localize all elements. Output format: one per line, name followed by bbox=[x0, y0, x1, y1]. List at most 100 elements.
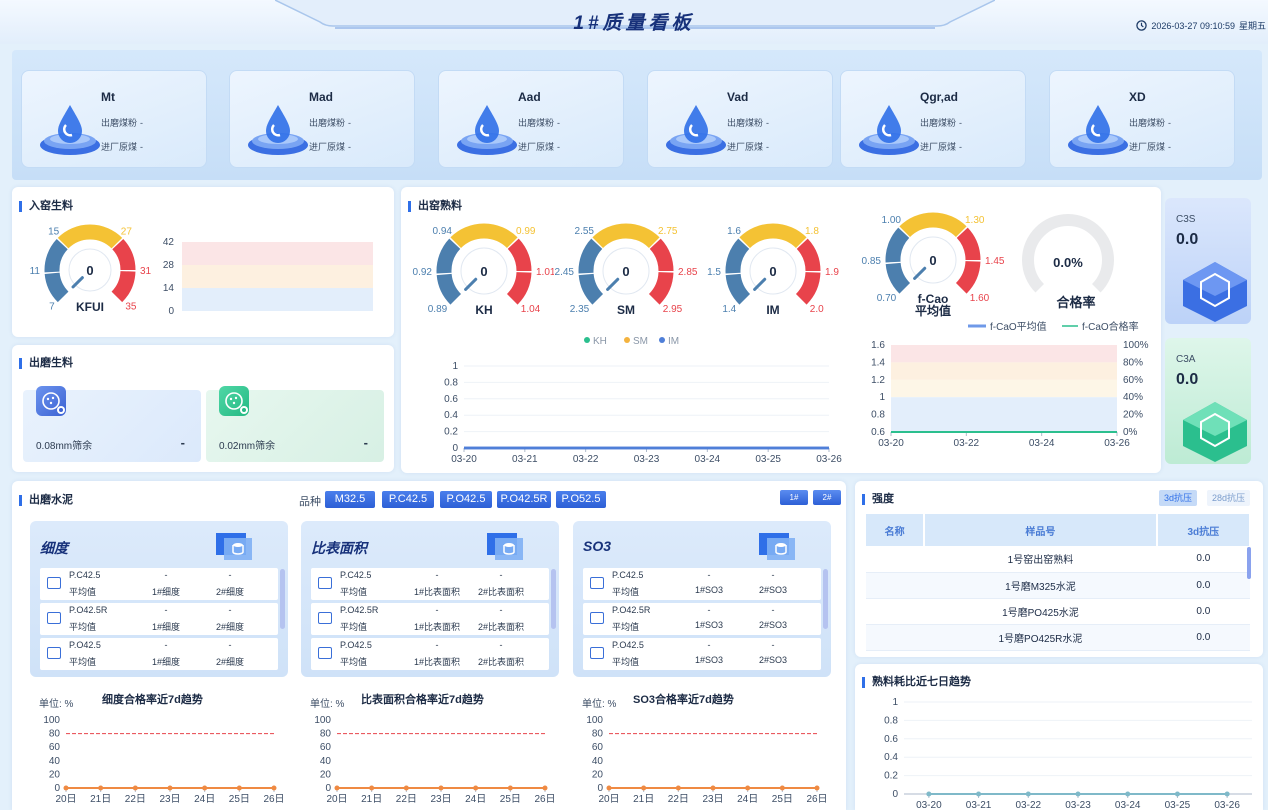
grade-avg-label: 平均值 bbox=[340, 587, 368, 597]
y-tick: 1 bbox=[452, 361, 458, 372]
y-tick: 0.4 bbox=[444, 410, 458, 421]
grade-row[interactable]: P.O42.5 平均值 - 1#SO3 - 2#SO3 bbox=[583, 638, 821, 670]
kpi-row1-value: - bbox=[766, 118, 770, 128]
kpi-row-mill: 出磨煤粉 - bbox=[101, 116, 143, 129]
kpi-row1-value: - bbox=[557, 118, 561, 128]
grade-row[interactable]: P.O42.5 平均值 - 1#比表面积 - 2#比表面积 bbox=[311, 638, 549, 670]
legend-dot bbox=[584, 337, 590, 343]
mill1-label: 1#比表面积 bbox=[413, 657, 460, 667]
tab-3d[interactable]: 3d抗压 bbox=[1159, 490, 1198, 506]
x-tick: 25日 bbox=[772, 794, 793, 805]
consumption-trend-chart: 1 0.8 0.6 0.4 0.2 0 03-20 03-21 03-22 03-23 03-24 0… bbox=[884, 697, 1252, 810]
table-row[interactable]: 1号磨M325水泥 0.0 bbox=[866, 572, 1250, 599]
grade-row[interactable]: P.C42.5 平均值 - 1#SO3 - 2#SO3 bbox=[583, 568, 821, 600]
strength-scrollbar[interactable] bbox=[1247, 547, 1251, 579]
grade-row[interactable]: P.O42.5R 平均值 - 1#细度 - 2#细度 bbox=[40, 603, 278, 635]
kpi-row-raw: 进厂原煤 - bbox=[309, 140, 351, 153]
mill1-label: 1#细度 bbox=[151, 622, 180, 632]
kind-chip[interactable]: P.O42.5 bbox=[440, 491, 492, 508]
kind-chip[interactable]: P.O52.5 bbox=[556, 491, 606, 508]
x-tick: 03-22 bbox=[573, 454, 599, 465]
calorific-furnace-icon bbox=[857, 95, 921, 159]
sieve-008-card: 0.08mm筛余 - bbox=[23, 386, 201, 462]
x-tick: 03-20 bbox=[878, 438, 904, 449]
grade-name: P.O42.5 bbox=[69, 640, 101, 650]
mill1-label: 1#细度 bbox=[151, 657, 180, 667]
database-icon bbox=[759, 533, 797, 564]
moisture-drop-icon bbox=[246, 95, 310, 159]
col-name: 名称 bbox=[866, 514, 926, 546]
gauge-tick: 1.04 bbox=[521, 304, 541, 315]
kpi-row1-value: - bbox=[348, 118, 352, 128]
x-tick: 26日 bbox=[534, 794, 555, 805]
legend-dot bbox=[624, 337, 630, 343]
y-tick: 40 bbox=[592, 756, 604, 767]
y-tick: 100 bbox=[43, 715, 60, 726]
table-row[interactable]: 1号磨PO425R水泥 0.0 bbox=[866, 624, 1250, 651]
y-tick: 1.2 bbox=[871, 375, 885, 386]
gauge-band-0 bbox=[725, 273, 751, 305]
table-row[interactable]: 1号窑出窑熟料 0.0 bbox=[866, 546, 1250, 573]
grade-name: P.O42.5R bbox=[69, 605, 108, 615]
mill1-value: - bbox=[164, 640, 168, 650]
kpi-name: Mad bbox=[309, 90, 333, 104]
mill1-value: - bbox=[435, 640, 439, 650]
grade-card-icon bbox=[318, 577, 332, 589]
grade-row[interactable]: P.O42.5 平均值 - 1#细度 - 2#细度 bbox=[40, 638, 278, 670]
legend-label: SM bbox=[633, 336, 648, 347]
gauge-tick: 1.00 bbox=[882, 215, 902, 226]
grade-row[interactable]: P.C42.5 平均值 - 1#比表面积 - 2#比表面积 bbox=[311, 568, 549, 600]
y-tick: 1.4 bbox=[871, 357, 885, 368]
sub-panel-title: 细度 bbox=[40, 540, 68, 556]
gauge-name: SM bbox=[617, 303, 635, 317]
grade-row[interactable]: P.O42.5R 平均值 - 1#SO3 - 2#SO3 bbox=[583, 603, 821, 635]
y-tick: 0 bbox=[325, 783, 331, 794]
grade-row[interactable]: P.O42.5R 平均值 - 1#比表面积 - 2#比表面积 bbox=[311, 603, 549, 635]
kind-chip[interactable]: P.O42.5R bbox=[497, 491, 551, 508]
gauge-band-4 bbox=[795, 271, 821, 305]
x-tick: 03-25 bbox=[755, 454, 781, 465]
kpi-row1-label: 出磨煤粉 bbox=[727, 118, 764, 128]
x-tick: 03-23 bbox=[1065, 800, 1091, 810]
tab-28d[interactable]: 28d抗压 bbox=[1207, 490, 1251, 506]
mill2-label: 2#比表面积 bbox=[477, 587, 524, 597]
sub-panel-scrollbar[interactable] bbox=[280, 569, 285, 629]
mill1-label: 1#比表面积 bbox=[413, 622, 460, 632]
kfui-band-chart: 42 28 14 0 bbox=[163, 237, 373, 317]
gauge-band-1 bbox=[725, 238, 750, 274]
grade-card-icon bbox=[47, 647, 61, 659]
data-point bbox=[167, 785, 173, 791]
cement-trend-card: 单位: % SO3合格率近7d趋势 100 80 60 40 20 0 20日 21日 22日 23日… bbox=[573, 684, 831, 806]
sub-panel-scrollbar[interactable] bbox=[551, 569, 556, 629]
kpi-row2-value: - bbox=[557, 142, 561, 152]
kpi-row1-value: - bbox=[140, 118, 144, 128]
x-tick: 20日 bbox=[598, 794, 619, 805]
kind-chip[interactable]: M32.5 bbox=[325, 491, 375, 508]
data-point bbox=[779, 785, 785, 791]
mill-1-button[interactable]: 1# bbox=[780, 490, 808, 505]
gauge-band-2 bbox=[592, 223, 660, 249]
kpi-row1-label: 出磨煤粉 bbox=[518, 118, 555, 128]
legend-label: f-CaO合格率 bbox=[1082, 320, 1139, 333]
kpi-row-mill: 出磨煤粉 - bbox=[920, 116, 962, 129]
sub-panel-scrollbar[interactable] bbox=[823, 569, 828, 629]
gauge-tick: 11 bbox=[30, 266, 41, 277]
x-tick: 03-20 bbox=[451, 454, 477, 465]
data-point bbox=[814, 785, 820, 791]
kpi-name: Aad bbox=[518, 90, 541, 104]
gauge-tick: 27 bbox=[121, 227, 133, 238]
gauge-tick: 1.8 bbox=[805, 226, 819, 237]
kind-chip[interactable]: P.C42.5 bbox=[382, 491, 434, 508]
grade-name: P.O42.5 bbox=[340, 640, 372, 650]
mill2-label: 2#比表面积 bbox=[477, 622, 524, 632]
x-tick: 03-24 bbox=[1115, 800, 1141, 810]
table-row[interactable]: 1号磨PO425水泥 0.0 bbox=[866, 598, 1250, 625]
x-tick: 03-20 bbox=[916, 800, 942, 810]
y-tick: 1 bbox=[879, 392, 885, 403]
kpi-row1-label: 出磨煤粉 bbox=[309, 118, 346, 128]
mill-2-button[interactable]: 2# bbox=[813, 490, 841, 505]
sieve-blue-icon bbox=[36, 386, 66, 416]
grade-name: P.O42.5R bbox=[340, 605, 379, 615]
grade-row[interactable]: P.C42.5 平均值 - 1#细度 - 2#细度 bbox=[40, 568, 278, 600]
cement-trend-card: 单位: % 比表面积合格率近7d趋势 100 80 60 40 20 0 20日 21日 22日 23… bbox=[301, 684, 559, 806]
